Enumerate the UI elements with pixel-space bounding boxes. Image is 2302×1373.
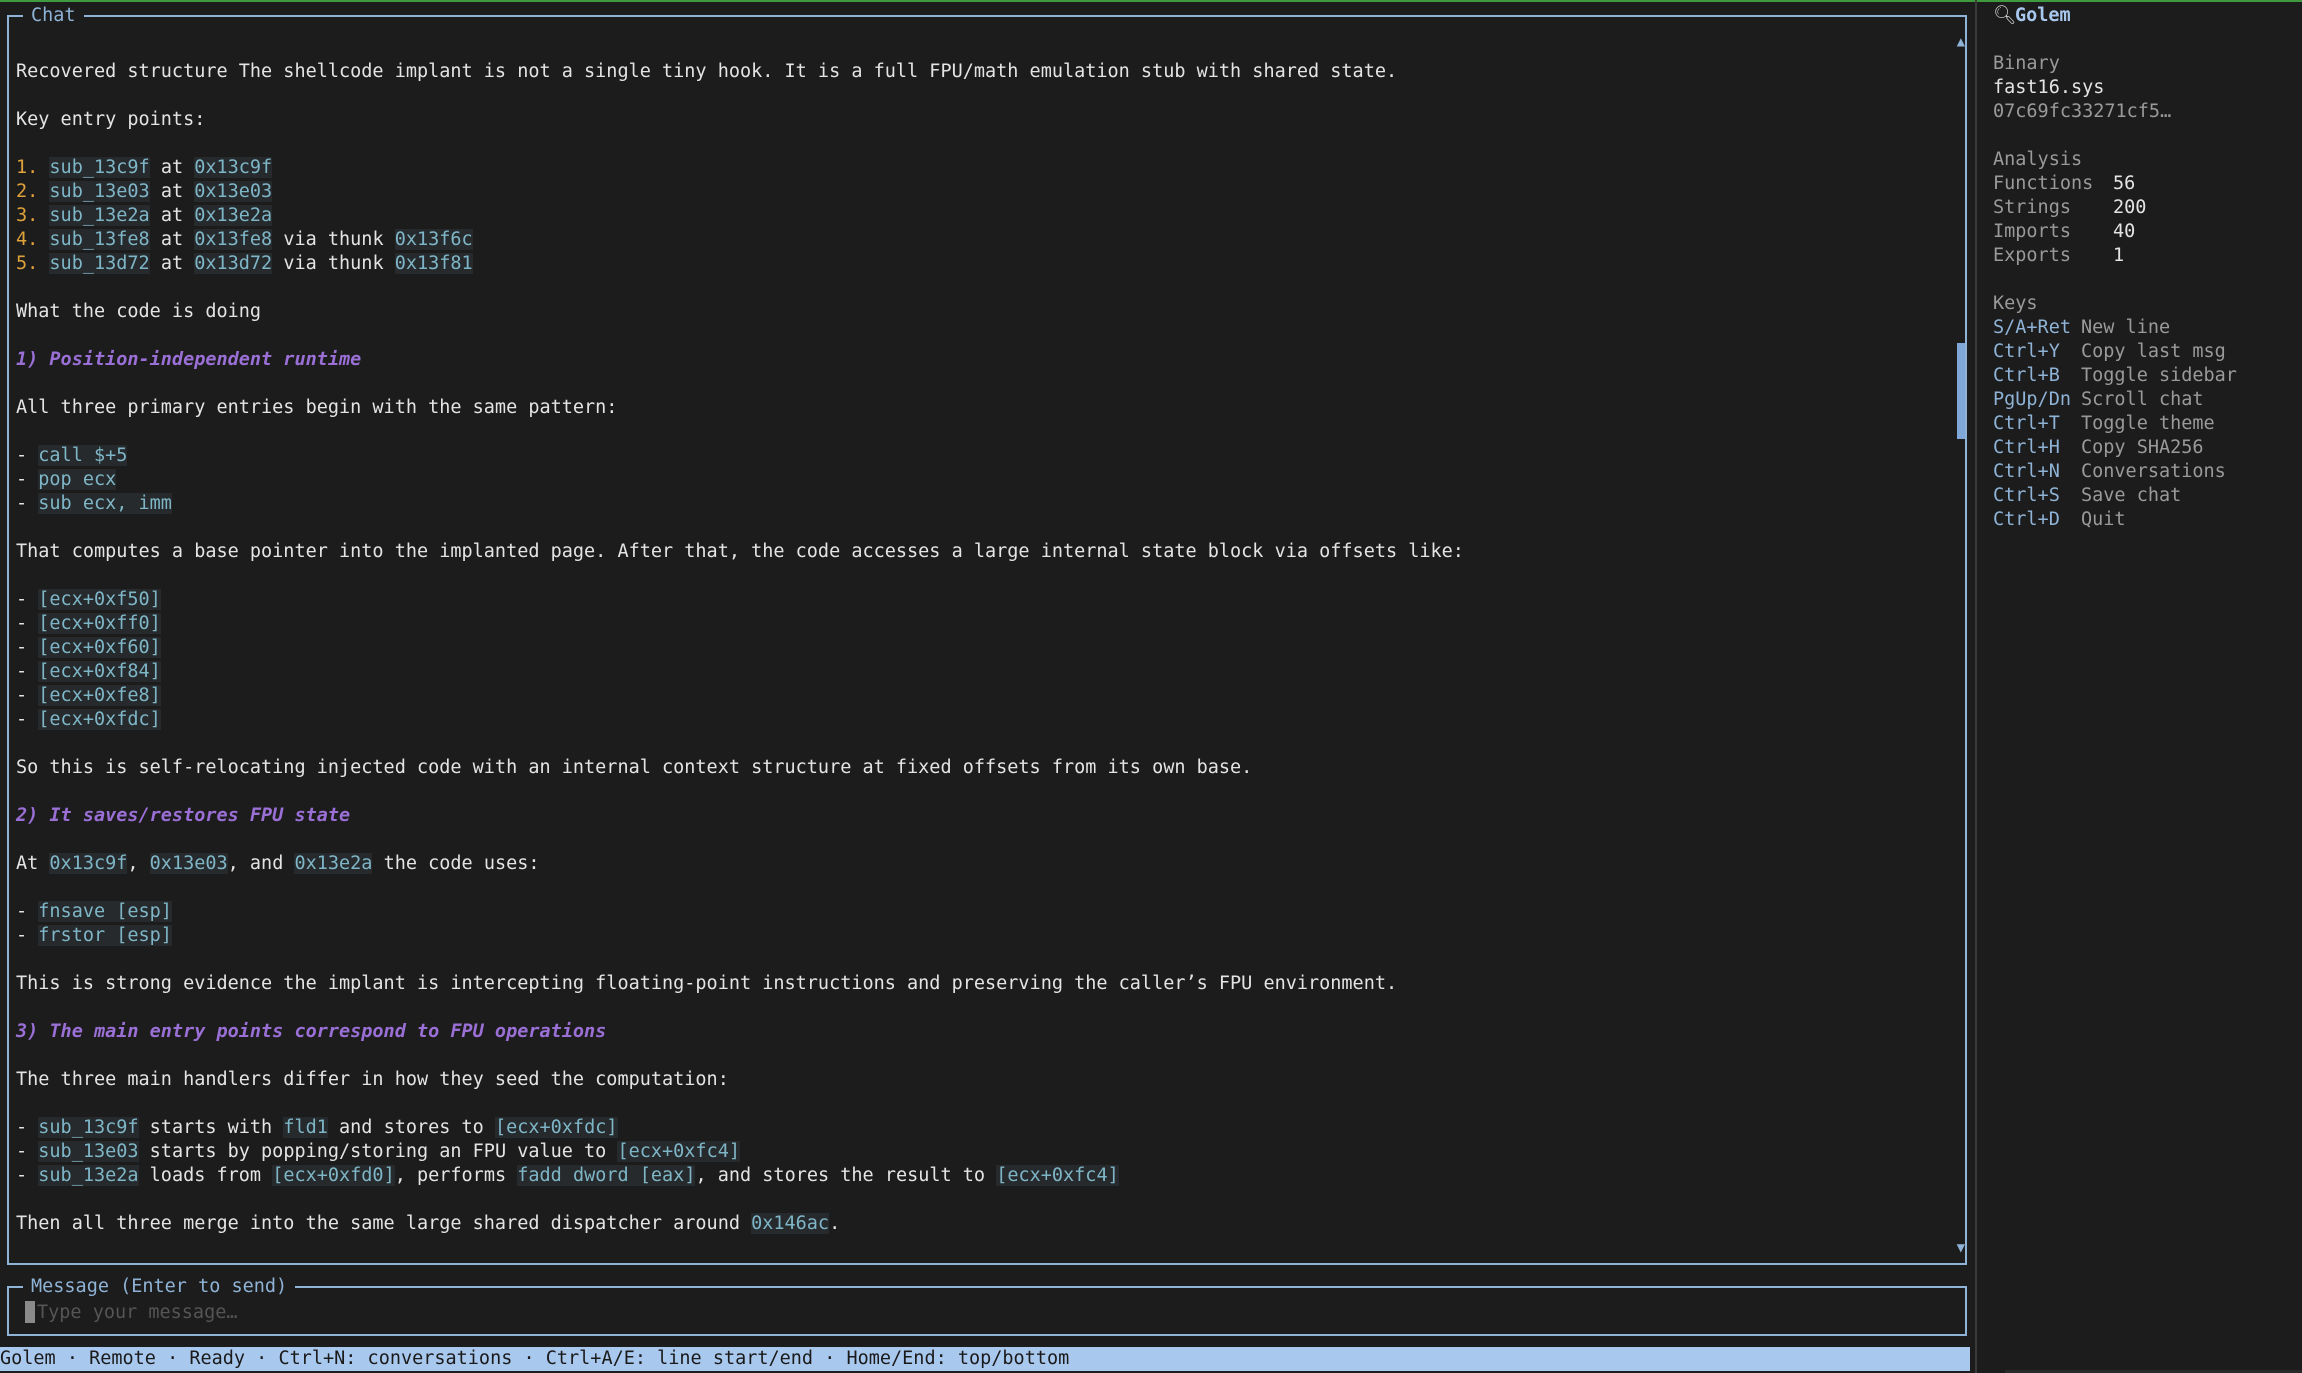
analysis-exports: Exports 1 xyxy=(1993,245,2125,266)
section-heading: 1) Position-independent runtime xyxy=(16,349,362,370)
list-item: - frstor [esp] xyxy=(16,925,172,946)
list-item: - [ecx+0xf60] xyxy=(16,637,161,658)
list-item: 1. sub_13c9f at 0x13c9f xyxy=(16,157,273,178)
sidebar-divider xyxy=(1975,0,1977,1373)
top-accent-line xyxy=(0,0,2302,2)
keybinding-row: Ctrl+T Toggle theme xyxy=(1993,413,2215,434)
message-text: All three primary entries begin with the… xyxy=(16,397,618,418)
list-item: - fnsave [esp] xyxy=(16,901,172,922)
section-heading: 3) The main entry points correspond to F… xyxy=(16,1021,607,1042)
list-item: - [ecx+0xff0] xyxy=(16,613,161,634)
keybinding-row: Ctrl+S Save chat xyxy=(1993,485,2182,506)
keybinding-row: S/A+Ret New line xyxy=(1993,317,2171,338)
keys-label: Keys xyxy=(1993,293,2038,314)
message-input[interactable] xyxy=(23,1300,1937,1324)
keybinding-row: Ctrl+H Copy SHA256 xyxy=(1993,437,2204,458)
message-input-title: Message (Enter to send) xyxy=(23,1275,296,1299)
keybinding-row: Ctrl+B Toggle sidebar xyxy=(1993,365,2237,386)
binary-hash: 07c69fc33271cf5… xyxy=(1993,101,2172,122)
chat-scrollbar-thumb[interactable] xyxy=(1957,343,1965,439)
binary-name: fast16.sys xyxy=(1993,77,2105,98)
list-item: - pop ecx xyxy=(16,469,117,490)
list-item: - [ecx+0xf50] xyxy=(16,589,161,610)
scroll-down-arrow-icon[interactable]: ▼ xyxy=(1957,1241,1965,1255)
section-heading: 2) It saves/restores FPU state xyxy=(16,805,351,826)
analysis-imports: Imports 40 xyxy=(1993,221,2136,242)
message-text: This is strong evidence the implant is i… xyxy=(16,973,1398,994)
analysis-label: Analysis xyxy=(1993,149,2083,170)
magnifier-icon: 🔍︎ xyxy=(1993,5,2017,26)
message-text: Then all three merge into the same large… xyxy=(16,1213,841,1234)
message-text: So this is self-relocating injected code… xyxy=(16,757,1253,778)
analysis-functions: Functions 56 xyxy=(1993,173,2136,194)
list-item: - sub_13e03 starts by popping/storing an… xyxy=(16,1141,740,1162)
status-bar: Golem · Remote · Ready · Ctrl+N: convers… xyxy=(0,1347,1970,1371)
keybinding-row: Ctrl+Y Copy last msg xyxy=(1993,341,2226,362)
message-text: At 0x13c9f, 0x13e03, and 0x13e2a the cod… xyxy=(16,853,540,874)
sidebar-title: 🔍︎Golem xyxy=(1993,5,2071,26)
keybinding-row: PgUp/Dn Scroll chat xyxy=(1993,389,2204,410)
message-text: The three main handlers differ in how th… xyxy=(16,1069,729,1090)
list-item: - sub ecx, imm xyxy=(16,493,172,514)
list-item: - [ecx+0xf84] xyxy=(16,661,161,682)
list-item: 3. sub_13e2a at 0x13e2a xyxy=(16,205,273,226)
message-text: Recovered structure The shellcode implan… xyxy=(16,61,1398,82)
list-item: - call $+5 xyxy=(16,445,128,466)
message-input-panel: Message (Enter to send) xyxy=(7,1275,1967,1336)
list-item: - [ecx+0xfdc] xyxy=(16,709,161,730)
chat-transcript: Recovered structure The shellcode implan… xyxy=(16,60,1926,1236)
list-item: 4. sub_13fe8 at 0x13fe8 via thunk 0x13f6… xyxy=(16,229,473,250)
message-text: Key entry points: xyxy=(16,109,206,130)
binary-label: Binary xyxy=(1993,53,2060,74)
keybinding-row: Ctrl+N Conversations xyxy=(1993,461,2226,482)
chat-panel-title: Chat xyxy=(23,4,84,28)
list-item: - [ecx+0xfe8] xyxy=(16,685,161,706)
list-item: 2. sub_13e03 at 0x13e03 xyxy=(16,181,273,202)
sidebar: 🔍︎Golem Binary fast16.sys 07c69fc33271cf… xyxy=(1993,4,2293,532)
list-item: - sub_13c9f starts with fld1 and stores … xyxy=(16,1117,618,1138)
keybinding-row: Ctrl+D Quit xyxy=(1993,509,2126,530)
message-text: What the code is doing xyxy=(16,301,262,322)
list-item: 5. sub_13d72 at 0x13d72 via thunk 0x13f8… xyxy=(16,253,473,274)
analysis-strings: Strings 200 xyxy=(1993,197,2147,218)
scroll-up-arrow-icon[interactable]: ▲ xyxy=(1957,35,1965,49)
list-item: - sub_13e2a loads from [ecx+0xfd0], perf… xyxy=(16,1165,1119,1186)
message-text: That computes a base pointer into the im… xyxy=(16,541,1464,562)
